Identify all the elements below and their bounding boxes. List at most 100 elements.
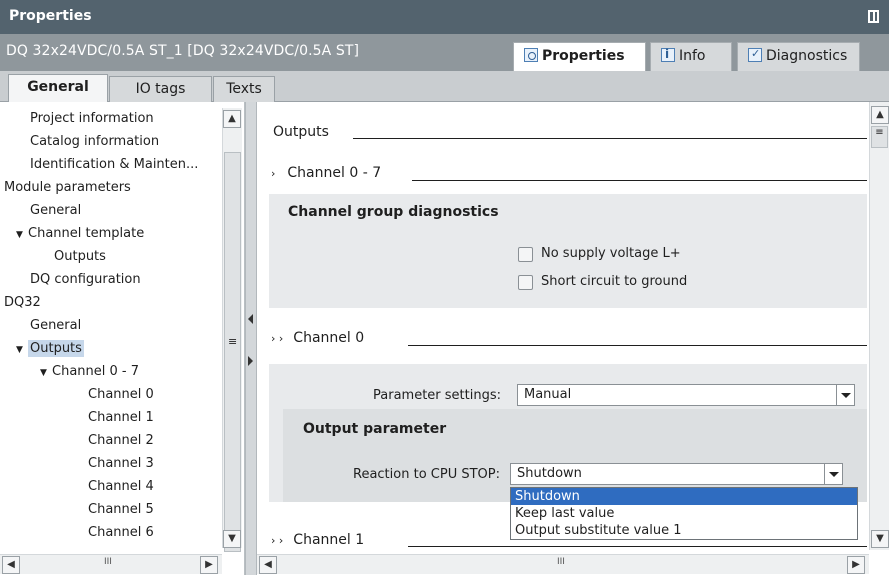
nav-vertical-scrollbar[interactable]: ▲ ≡ ▼ bbox=[222, 108, 242, 552]
nav-item[interactable]: Identification & Mainten... bbox=[30, 154, 198, 176]
expand-arrow-icon[interactable]: ▼ bbox=[40, 362, 52, 384]
chevron-right-icon: › › bbox=[271, 332, 284, 345]
channel-1-title: Channel 1 bbox=[293, 532, 365, 548]
nav-item[interactable]: Channel 3 bbox=[88, 453, 154, 475]
channel-0-heading[interactable]: › › Channel 0 bbox=[271, 330, 364, 352]
nav-item[interactable]: Project information bbox=[30, 108, 154, 130]
nav-item[interactable]: Channel 2 bbox=[88, 430, 154, 452]
dropdown-value: Manual bbox=[524, 387, 572, 402]
tab-properties[interactable]: Properties bbox=[513, 42, 646, 71]
module-name: DQ 32x24VDC/0.5A ST_1 [DQ 32x24VDC/0.5A … bbox=[6, 43, 360, 59]
dropdown-option-substitute-value[interactable]: Output substitute value 1 bbox=[511, 522, 857, 539]
scroll-up-icon[interactable]: ▲ bbox=[223, 110, 241, 128]
nav-item-label: Channel 3 bbox=[88, 456, 154, 471]
nav-item[interactable]: DQ configuration bbox=[30, 269, 141, 291]
expand-arrow-icon[interactable]: ▼ bbox=[16, 224, 28, 246]
nav-item[interactable]: ▼ Channel 0 - 7 bbox=[40, 361, 139, 383]
expand-arrow-icon[interactable]: ▼ bbox=[16, 339, 28, 361]
outputs-heading: Outputs bbox=[273, 124, 329, 140]
nav-item[interactable]: Channel 0 bbox=[88, 384, 154, 406]
scroll-right-icon[interactable]: ▶ bbox=[847, 556, 865, 574]
divider bbox=[353, 138, 867, 139]
nav-item[interactable]: Channel 1 bbox=[88, 407, 154, 429]
thumb-grip: ≡ bbox=[875, 127, 884, 138]
nav-scroll-thumb[interactable]: ≡ bbox=[224, 152, 241, 552]
nav-item[interactable]: ▼ Outputs bbox=[16, 338, 84, 360]
title-bar: Properties bbox=[0, 0, 889, 34]
tab-diagnostics[interactable]: Diagnostics bbox=[737, 42, 860, 71]
scroll-left-icon[interactable]: ◀ bbox=[259, 556, 277, 574]
chevron-down-icon[interactable] bbox=[824, 464, 842, 484]
nav-item[interactable]: Channel 5 bbox=[88, 499, 154, 521]
nav-item[interactable]: General bbox=[30, 200, 81, 222]
tab-general[interactable]: General bbox=[8, 74, 108, 103]
thumb-grip: III bbox=[557, 557, 565, 567]
nav-item-label: Catalog information bbox=[30, 134, 160, 149]
channel-group-diagnostics-panel: Channel group diagnostics No supply volt… bbox=[269, 194, 867, 308]
nav-horizontal-scrollbar[interactable]: ◀ III ▶ bbox=[0, 554, 222, 574]
nav-item-label: DQ configuration bbox=[30, 272, 141, 287]
scroll-down-icon[interactable]: ▼ bbox=[871, 530, 889, 548]
nav-item-label: Identification & Mainten... bbox=[30, 157, 199, 172]
expand-right-icon[interactable] bbox=[248, 356, 253, 366]
tab-io-tags[interactable]: IO tags bbox=[109, 76, 212, 102]
nav-item-label: Channel 1 bbox=[88, 410, 154, 425]
scroll-right-icon[interactable]: ▶ bbox=[200, 556, 218, 574]
checkbox-label: No supply voltage L+ bbox=[541, 246, 681, 261]
nav-item[interactable]: General bbox=[30, 315, 81, 337]
tab-info[interactable]: Info bbox=[650, 42, 732, 71]
collapse-left-icon[interactable] bbox=[248, 314, 253, 324]
nav-item-label: Outputs bbox=[28, 340, 84, 357]
nav-item-label: Project information bbox=[30, 111, 154, 126]
no-supply-voltage-checkbox[interactable] bbox=[518, 247, 533, 262]
chevron-down-icon[interactable] bbox=[836, 385, 854, 405]
nav-item[interactable]: Catalog information bbox=[30, 131, 159, 153]
parameter-settings-dropdown[interactable]: Manual bbox=[517, 384, 855, 406]
channel-1-heading[interactable]: › › Channel 1 bbox=[271, 532, 364, 554]
channel-group-heading[interactable]: › Channel 0 - 7 bbox=[271, 165, 381, 187]
channel-group-title: Channel 0 - 7 bbox=[287, 165, 382, 181]
nav-item-label: Channel 0 bbox=[88, 387, 154, 402]
divider bbox=[412, 180, 867, 181]
main-horizontal-scrollbar[interactable]: ◀ III ▶ bbox=[257, 554, 869, 574]
pane-splitter[interactable] bbox=[245, 102, 257, 575]
nav-item-label: General bbox=[30, 318, 82, 333]
dropdown-value: Shutdown bbox=[517, 466, 582, 481]
chevron-right-icon: › bbox=[271, 167, 276, 180]
main-scroll-thumb[interactable]: ≡ bbox=[871, 126, 888, 148]
nav-item[interactable]: ▼ Channel template bbox=[16, 223, 144, 245]
scroll-left-icon[interactable]: ◀ bbox=[2, 556, 20, 574]
nav-item[interactable]: ▼Module parameters bbox=[0, 177, 131, 199]
scroll-down-icon[interactable]: ▼ bbox=[223, 530, 241, 548]
tab-texts[interactable]: Texts bbox=[213, 76, 275, 102]
nav-item-label: Channel 4 bbox=[88, 479, 154, 494]
nav-item[interactable]: ▼DQ32 bbox=[0, 292, 41, 314]
divider bbox=[408, 546, 867, 547]
info-icon bbox=[661, 47, 675, 62]
nav-item-label: Channel 6 bbox=[88, 525, 154, 540]
properties-icon bbox=[524, 48, 538, 62]
parameter-settings-label: Parameter settings: bbox=[373, 388, 501, 403]
short-circuit-checkbox[interactable] bbox=[518, 275, 533, 290]
tab-label: Properties bbox=[542, 48, 625, 64]
nav-item-label: Channel 2 bbox=[88, 433, 154, 448]
dropdown-option-shutdown[interactable]: Shutdown bbox=[511, 488, 857, 505]
navigation-tree: Project information Catalog information Id… bbox=[0, 102, 245, 575]
reaction-cpu-stop-label: Reaction to CPU STOP: bbox=[353, 467, 500, 482]
nav-item[interactable]: Channel 6 bbox=[88, 522, 154, 544]
nav-item[interactable]: Channel 4 bbox=[88, 476, 154, 498]
chevron-right-icon: › › bbox=[271, 534, 284, 547]
nav-item-label: DQ32 bbox=[4, 295, 41, 310]
nav-item-label: Channel template bbox=[28, 226, 145, 241]
dock-icon[interactable] bbox=[868, 10, 879, 23]
properties-content: Outputs › Channel 0 - 7 Channel group dia… bbox=[257, 102, 889, 575]
scroll-up-icon[interactable]: ▲ bbox=[871, 106, 889, 124]
dropdown-option-keep-last-value[interactable]: Keep last value bbox=[511, 505, 857, 522]
main-vertical-scrollbar[interactable]: ▲ ≡ ▼ bbox=[869, 102, 889, 550]
nav-item-label: Module parameters bbox=[4, 180, 131, 195]
nav-item-label: General bbox=[30, 203, 82, 218]
nav-item-label: Outputs bbox=[54, 249, 106, 264]
reaction-cpu-stop-dropdown[interactable]: Shutdown bbox=[510, 463, 843, 485]
nav-item[interactable]: Outputs bbox=[54, 246, 106, 268]
diagnostics-title: Channel group diagnostics bbox=[288, 204, 499, 220]
